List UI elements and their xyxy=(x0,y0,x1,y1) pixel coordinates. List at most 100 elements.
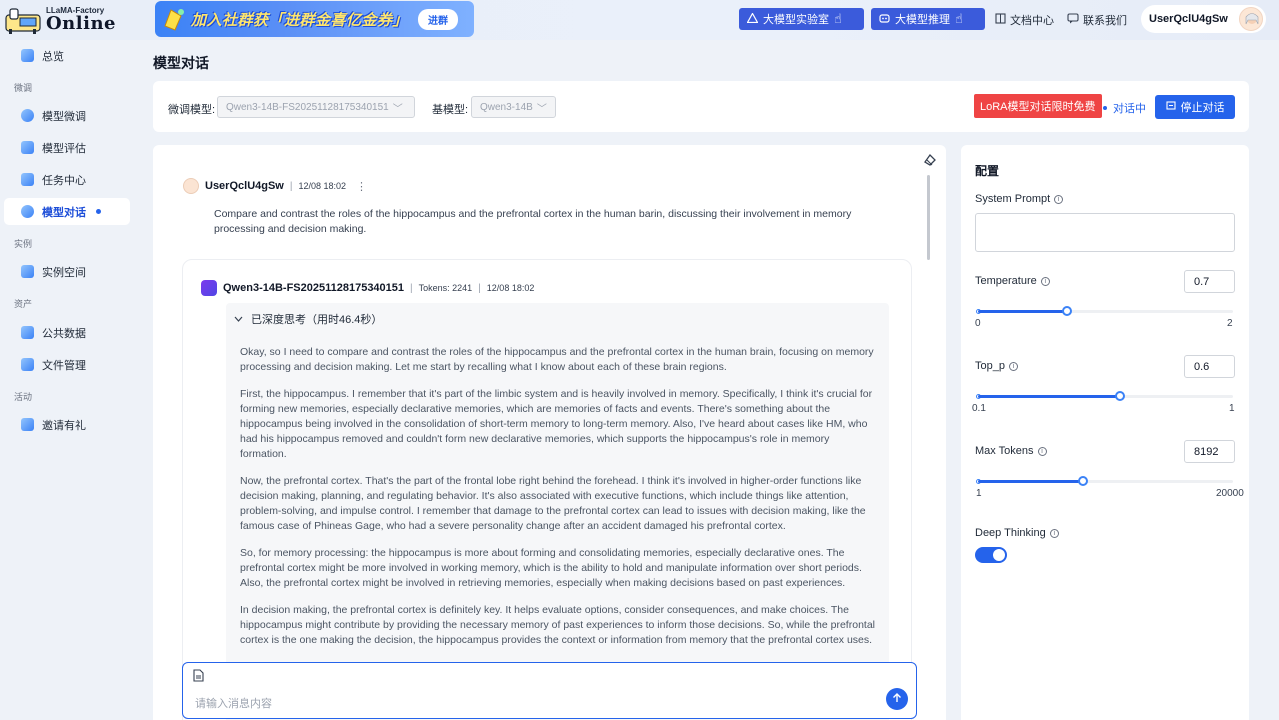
avatar xyxy=(183,178,199,194)
gift-icon xyxy=(161,6,187,32)
config-title: 配置 xyxy=(975,164,1000,178)
thinking-paragraph: Okay, so I need to compare and contrast … xyxy=(240,346,874,373)
more-icon[interactable]: ⋮ xyxy=(356,180,367,193)
base-model-select[interactable]: Qwen3-14B ﹀ xyxy=(471,96,556,118)
info-icon[interactable]: i xyxy=(1008,361,1018,371)
slider-handle[interactable] xyxy=(1062,306,1073,316)
separator: | xyxy=(478,282,481,294)
stop-chat-label: 停止对话 xyxy=(1180,102,1225,114)
join-group-button[interactable]: 进群 xyxy=(418,8,459,30)
sidebar-item-label: 邀请有礼 xyxy=(42,419,86,432)
sidebar-item-public-data[interactable]: 公共数据 xyxy=(4,319,130,346)
slider-max: 1 xyxy=(1229,403,1235,414)
sidebar-section-assets: 资产 xyxy=(14,299,33,309)
slider-handle[interactable] xyxy=(1114,391,1125,401)
user-message-header: UserQclU4gSw | 12/08 18:02 ⋮ xyxy=(183,178,367,194)
temperature-input[interactable]: 0.7 xyxy=(1184,270,1235,293)
system-prompt-label: System Prompt i xyxy=(975,193,1064,205)
stop-chat-button[interactable]: 停止对话 xyxy=(1155,95,1235,119)
llama-logo-icon xyxy=(4,5,42,35)
max-tokens-slider[interactable] xyxy=(976,476,1233,486)
chat-status: 对话中 xyxy=(1103,100,1146,116)
logo[interactable]: LLaMA-Factory Online xyxy=(4,4,116,36)
message-input[interactable]: 请输入消息内容 xyxy=(182,662,917,719)
task-list-icon xyxy=(21,173,34,186)
chat-bubble-icon xyxy=(1067,13,1079,27)
sidebar-section-activity: 活动 xyxy=(14,392,33,402)
docs-link[interactable]: 文档中心 xyxy=(995,12,1054,28)
sidebar-item-instances[interactable]: 实例空间 xyxy=(4,258,130,285)
file-attach-icon[interactable] xyxy=(193,669,204,682)
finetune-model-select[interactable]: Qwen3-14B-FS20251128175340151 ﹀ xyxy=(217,96,415,118)
check-badge-icon xyxy=(21,141,34,154)
sidebar-item-invite[interactable]: 邀请有礼 xyxy=(4,411,130,438)
sidebar-item-tasks[interactable]: 任务中心 xyxy=(4,166,130,193)
slider-fill xyxy=(978,310,1068,313)
sidebar-item-label: 公共数据 xyxy=(42,327,86,340)
chat-panel: UserQclU4gSw | 12/08 18:02 ⋮ Compare and… xyxy=(153,145,946,720)
contact-link[interactable]: 联系我们 xyxy=(1067,12,1127,28)
finetune-model-label: 微调模型: xyxy=(168,104,216,116)
top-p-slider[interactable] xyxy=(976,391,1233,401)
sidebar-item-chat[interactable]: 模型对话 xyxy=(4,198,130,225)
temperature-label: Temperature i xyxy=(975,275,1050,287)
user-message-text: Compare and contrast the roles of the hi… xyxy=(214,208,852,235)
user-menu[interactable]: UserQclU4gSw xyxy=(1141,5,1266,33)
logo-title: Online xyxy=(46,13,116,34)
sidebar-section-finetune: 微调 xyxy=(14,83,33,93)
thinking-toggle[interactable]: 已深度思考（用时46.4秒） xyxy=(234,311,382,327)
chat-scrollbar[interactable] xyxy=(927,175,930,260)
slider-min: 0.1 xyxy=(972,403,986,414)
thinking-header: 已深度思考（用时46.4秒） xyxy=(251,314,383,326)
model-inference-button[interactable]: 大模型推理 ☝ xyxy=(871,8,985,30)
separator: | xyxy=(289,180,293,192)
top-p-input[interactable]: 0.6 xyxy=(1184,355,1235,378)
sidebar-item-label: 模型对话 xyxy=(42,206,86,219)
temperature-label-text: Temperature xyxy=(975,275,1037,287)
slider-max: 20000 xyxy=(1216,488,1244,499)
stop-icon xyxy=(1165,100,1176,114)
chat-icon xyxy=(21,205,34,218)
thinking-paragraph: So, for memory processing: the hippocamp… xyxy=(240,547,862,589)
chevron-down-icon: ﹀ xyxy=(392,103,403,115)
finetune-model-value: Qwen3-14B-FS20251128175340151 xyxy=(226,101,389,113)
clear-chat-icon[interactable] xyxy=(923,153,937,167)
contact-label: 联系我们 xyxy=(1083,15,1127,27)
layers-icon xyxy=(21,265,34,278)
sidebar-item-evaluate[interactable]: 模型评估 xyxy=(4,134,130,161)
system-prompt-input[interactable] xyxy=(975,213,1235,252)
slider-handle[interactable] xyxy=(1077,476,1088,486)
dashboard-icon xyxy=(21,49,34,62)
sidebar-item-overview[interactable]: 总览 xyxy=(4,42,130,69)
sidebar-item-label: 文件管理 xyxy=(42,359,86,372)
max-tokens-input[interactable]: 8192 xyxy=(1184,440,1235,463)
slider-max: 2 xyxy=(1227,318,1233,329)
promo-banner[interactable]: 加入社群获「进群金喜亿金券」 进群 xyxy=(155,1,474,37)
docs-label: 文档中心 xyxy=(1010,15,1054,27)
info-icon[interactable]: i xyxy=(1040,276,1050,286)
temperature-slider[interactable] xyxy=(976,306,1233,316)
sidebar-item-finetune[interactable]: 模型微调 xyxy=(4,102,130,129)
sidebar: 总览 微调 模型微调 模型评估 任务中心 模型对话 实例 实例空间 资产 公共数… xyxy=(0,40,138,720)
model-lab-button[interactable]: 大模型实验室 ☝ xyxy=(739,8,864,30)
info-icon[interactable]: i xyxy=(1037,446,1047,456)
sidebar-item-files[interactable]: 文件管理 xyxy=(4,351,130,378)
send-button[interactable] xyxy=(886,688,908,710)
model-inference-label: 大模型推理 xyxy=(895,14,950,26)
assistant-message: Qwen3-14B-FS20251128175340151 | Tokens: … xyxy=(182,259,912,720)
info-icon[interactable]: i xyxy=(1054,194,1064,204)
banner-text: 加入社群获「进群金喜亿金券」 xyxy=(191,10,409,29)
user-name: UserQclU4gSw xyxy=(205,180,284,192)
top-p-label-text: Top_p xyxy=(975,360,1005,372)
model-name: Qwen3-14B-FS20251128175340151 xyxy=(223,282,405,294)
top-p-label: Top_p i xyxy=(975,360,1018,372)
slider-min: 1 xyxy=(976,488,982,499)
deep-thinking-toggle[interactable] xyxy=(975,547,1007,563)
config-panel: 配置 System Prompt i Temperature i 0.7 0 2… xyxy=(961,145,1249,720)
status-dot xyxy=(1103,106,1107,110)
info-icon[interactable]: i xyxy=(1049,528,1059,538)
book-icon xyxy=(995,13,1006,27)
thinking-block: 已深度思考（用时46.4秒） Okay, so I need to compar… xyxy=(226,303,889,720)
slider-fill xyxy=(978,395,1120,398)
robot-icon xyxy=(879,12,890,26)
